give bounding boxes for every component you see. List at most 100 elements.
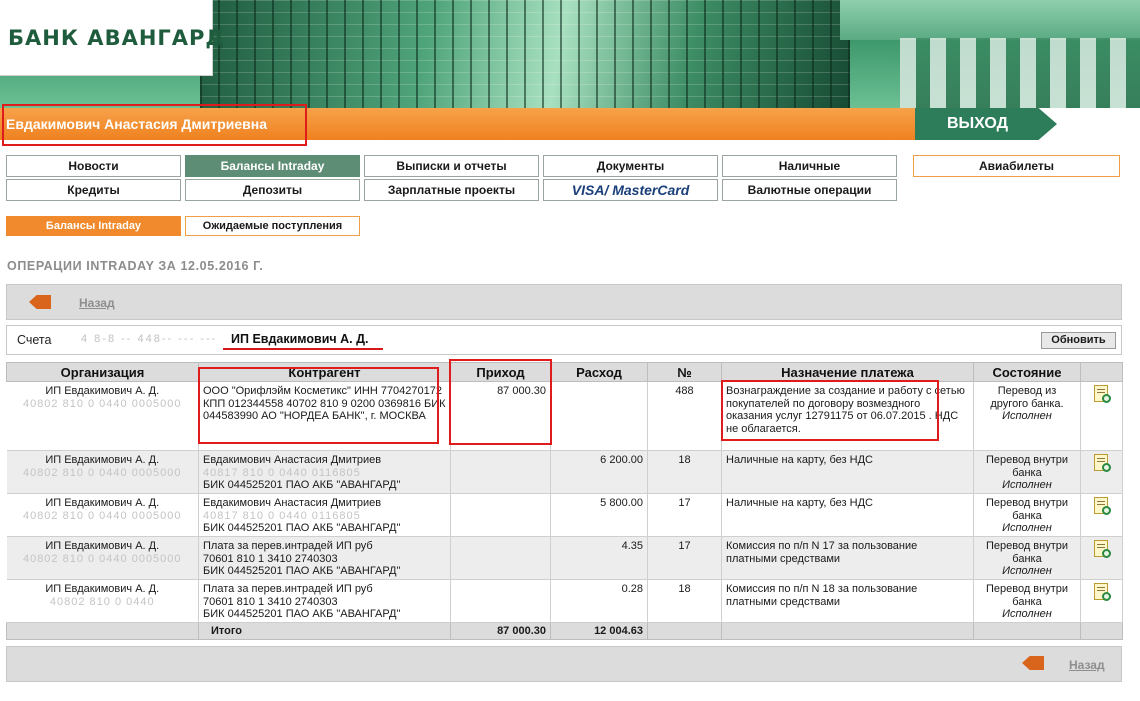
status-type: Перевод внутри банка [985,583,1069,608]
org-account-masked: 40802 810 0 0440 0005000 [22,466,182,479]
org-cell: ИП Евдакимович А. Д. 40802 810 0 0440 [6,579,199,623]
expense-cell [550,381,648,451]
back-link[interactable]: Назад [1069,658,1105,672]
income-cell [450,450,551,494]
counterparty-account: 70601 810 1 3410 2740303 [203,595,338,608]
bank-logo-text: БАНК АВАНГАРД [8,26,226,50]
org-cell: ИП Евдакимович А. Д. 40802 810 0 0440 00… [6,381,199,451]
nav-currency-operations[interactable]: Валютные операции [722,179,897,201]
view-document-icon[interactable] [1092,540,1112,560]
expense-cell: 6 200.00 [550,450,648,494]
account-name-underline [223,348,383,350]
refresh-button[interactable]: Обновить [1041,332,1116,349]
status-badge: Исполнен [1002,608,1052,620]
expense-cell: 5 800.00 [550,493,648,537]
banner-image [200,0,850,108]
nav-statements[interactable]: Выписки и отчеты [364,155,539,177]
table-row[interactable]: ИП Евдакимович А. Д. 40802 810 0 0440 00… [6,381,1123,451]
nav-credits[interactable]: Кредиты [6,179,181,201]
nav-balances-intraday[interactable]: Балансы Intraday [185,155,360,177]
status-type: Перевод из другого банка. [990,385,1064,410]
nav-air-tickets[interactable]: Авиабилеты [913,155,1120,177]
view-document-icon[interactable] [1092,497,1112,517]
exit-label: ВЫХОД [946,115,1009,132]
back-arrow-icon[interactable] [1022,656,1044,670]
header-purpose[interactable]: Назначение платежа [721,362,974,382]
total-empty [6,622,199,640]
number-cell: 17 [647,536,722,580]
banner-image-building [900,38,1140,108]
counterparty-cell: Плата за перев.интрадей ИП руб 70601 810… [198,536,451,580]
view-cell [1080,450,1123,494]
counterparty-cell: ООО "Орифлэйм Косметикс" ИНН 7704270172 … [198,381,451,451]
total-empty [721,622,974,640]
bank-logo[interactable]: БАНК АВАНГАРД [0,0,224,76]
counterparty-bank: БИК 044525201 ПАО АКБ "АВАНГАРД" [203,479,401,491]
view-document-icon[interactable] [1092,454,1112,474]
number-cell: 18 [647,579,722,623]
counterparty-name: Евдакимович Анастасия Дмитриев [203,497,382,509]
view-cell [1080,536,1123,580]
table-total-row: Итого 87 000.30 12 004.63 [6,622,1123,640]
expense-cell: 4.35 [550,536,648,580]
org-name: ИП Евдакимович А. Д. [45,540,160,552]
status-cell: Перевод внутри банка Исполнен [973,579,1081,623]
total-label: Итого [198,622,451,640]
number-cell: 17 [647,493,722,537]
counterparty-bank: БИК 044525201 ПАО АКБ "АВАНГАРД" [203,565,401,577]
total-empty [647,622,722,640]
status-badge: Исполнен [1002,479,1052,491]
header-status[interactable]: Состояние [973,362,1081,382]
nav-documents[interactable]: Документы [543,155,718,177]
nav-deposits[interactable]: Депозиты [185,179,360,201]
header-organization[interactable]: Организация [6,362,199,382]
table-row[interactable]: ИП Евдакимович А. Д. 40802 810 0 0440 00… [6,450,1123,494]
view-document-icon[interactable] [1092,583,1112,603]
back-arrow-icon[interactable] [29,295,51,309]
view-cell [1080,579,1123,623]
income-cell [450,493,551,537]
table-row[interactable]: ИП Евдакимович А. Д. 40802 810 0 0440 00… [6,536,1123,580]
counterparty-cell: Евдакимович Анастасия Дмитриев 40817 810… [198,493,451,537]
org-account-masked: 40802 810 0 0440 0005000 [22,552,182,565]
table-row[interactable]: ИП Евдакимович А. Д. 40802 810 0 0440 Пл… [6,579,1123,623]
purpose-cell: Комиссия по п/п N 17 за пользование плат… [721,536,974,580]
back-link[interactable]: Назад [79,296,115,310]
page-title: ОПЕРАЦИИ INTRADAY ЗА 12.05.2016 Г. [7,259,264,273]
purpose-cell: Наличные на карту, без НДС [721,493,974,537]
view-cell [1080,493,1123,537]
header-expense[interactable]: Расход [550,362,648,382]
header-income[interactable]: Приход [450,362,551,382]
exit-button[interactable]: ВЫХОД [915,108,1057,140]
status-badge: Исполнен [1002,410,1052,422]
total-income: 87 000.30 [450,622,551,640]
purpose-cell: Наличные на карту, без НДС [721,450,974,494]
header-number[interactable]: № [647,362,722,382]
org-account-masked: 40802 810 0 0440 0005000 [22,509,182,522]
tab-expected-receipts[interactable]: Ожидаемые поступления [185,216,360,236]
header-actions [1080,362,1123,382]
view-document-icon[interactable] [1092,385,1112,405]
table-row[interactable]: ИП Евдакимович А. Д. 40802 810 0 0440 00… [6,493,1123,537]
header-counterparty[interactable]: Контрагент [198,362,451,382]
status-badge: Исполнен [1002,565,1052,577]
nav-cash[interactable]: Наличные [722,155,897,177]
counterparty-account: 70601 810 1 3410 2740303 [203,552,338,565]
counterparty-bank: БИК 044525201 ПАО АКБ "АВАНГАРД" [203,608,401,620]
org-name: ИП Евдакимович А. Д. [45,385,160,397]
status-type: Перевод внутри банка [985,497,1069,522]
counterparty-name: Плата за перев.интрадей ИП руб [203,540,373,552]
account-name[interactable]: ИП Евдакимович А. Д. [231,332,368,346]
nav-visa-mastercard[interactable]: VISA/ MasterCard [543,179,718,201]
org-name: ИП Евдакимович А. Д. [45,497,160,509]
income-cell [450,579,551,623]
mastercard-logo: / MasterCard [604,182,690,198]
nav-news[interactable]: Новости [6,155,181,177]
banner-image-sky [840,0,1140,40]
tab-balances-intraday[interactable]: Балансы Intraday [6,216,181,236]
org-name: ИП Евдакимович А. Д. [45,583,160,595]
bottom-action-bar: Назад [6,646,1122,682]
nav-salary-projects[interactable]: Зарплатные проекты [364,179,539,201]
table-header-row: Организация Контрагент Приход Расход № Н… [6,362,1123,382]
counterparty-name: Евдакимович Анастасия Дмитриев [203,454,382,466]
